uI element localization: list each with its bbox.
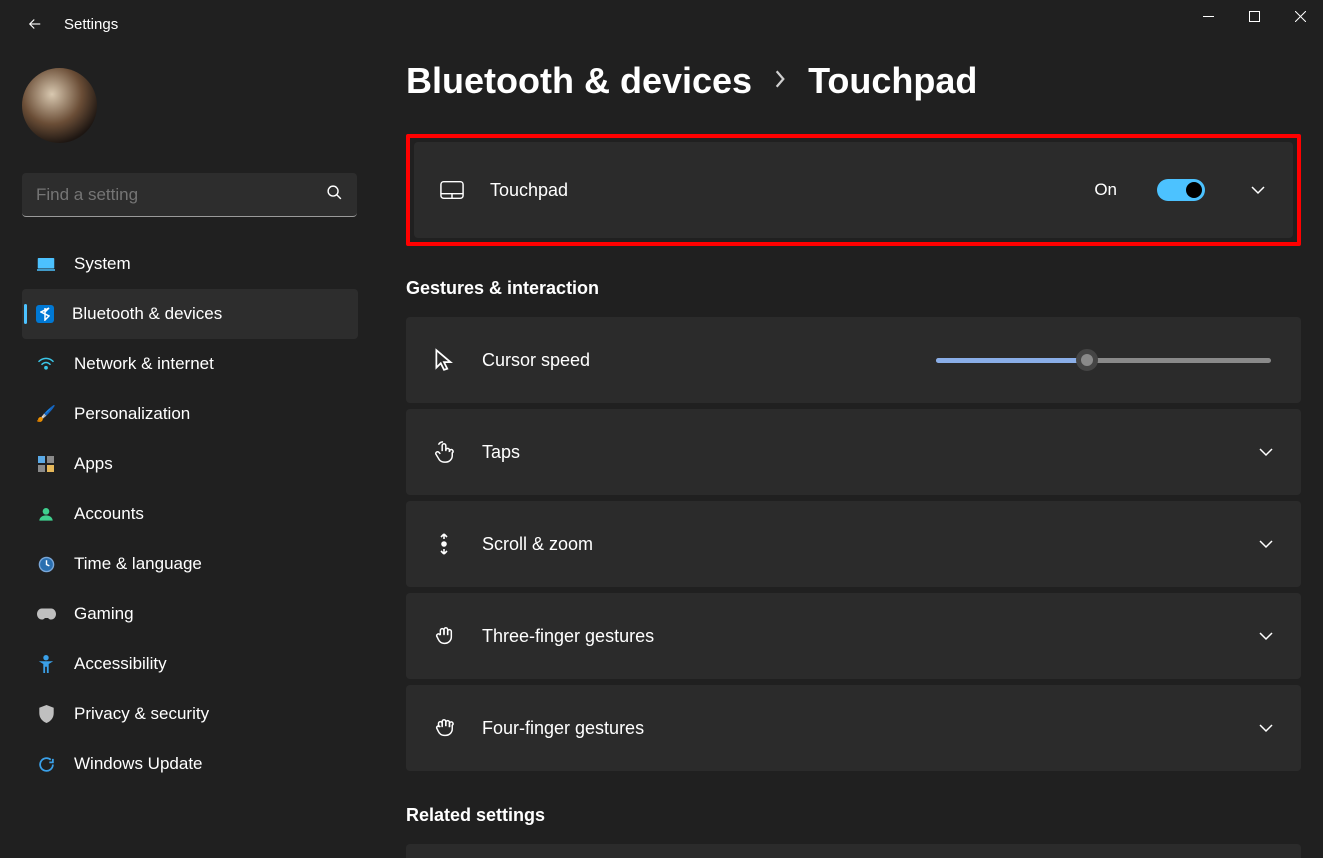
main-content: Bluetooth & devices Touchpad Touchpad On…: [406, 60, 1301, 858]
cursor-icon: [432, 348, 456, 372]
app-title: Settings: [64, 16, 118, 33]
gamepad-icon: [36, 604, 56, 624]
nav-item-privacy-security[interactable]: Privacy & security: [22, 689, 358, 739]
chevron-down-icon[interactable]: [1257, 631, 1275, 641]
touchpad-label: Touchpad: [490, 180, 568, 201]
touchpad-toggle-card[interactable]: Touchpad On: [414, 142, 1293, 238]
nav-item-label: Windows Update: [74, 754, 203, 774]
four-finger-label: Four-finger gestures: [482, 718, 644, 739]
scroll-icon: [432, 532, 456, 556]
highlight-annotation: Touchpad On: [406, 134, 1301, 246]
nav-item-label: Network & internet: [74, 354, 214, 374]
shield-icon: [36, 704, 56, 724]
nav-item-accounts[interactable]: Accounts: [22, 489, 358, 539]
hand-four-icon: [432, 716, 456, 740]
cursor-speed-label: Cursor speed: [482, 350, 590, 371]
nav-item-label: Privacy & security: [74, 704, 209, 724]
hand-three-icon: [432, 624, 456, 648]
bluetooth-icon: [36, 305, 54, 323]
nav-item-label: System: [74, 254, 131, 274]
more-touchpad-settings-card[interactable]: More touchpad settings: [406, 844, 1301, 858]
maximize-icon: [1249, 11, 1260, 22]
related-section: Related settings More touchpad settings: [406, 805, 1301, 858]
gestures-section: Gestures & interaction Cursor speed Taps: [406, 278, 1301, 771]
maximize-button[interactable]: [1231, 0, 1277, 32]
nav-item-label: Accessibility: [74, 654, 167, 674]
user-avatar[interactable]: [22, 68, 97, 143]
scroll-zoom-label: Scroll & zoom: [482, 534, 593, 555]
clock-globe-icon: [36, 554, 56, 574]
back-button[interactable]: [20, 9, 50, 39]
nav-list: System Bluetooth & devices Network & int…: [22, 239, 358, 789]
nav-item-label: Gaming: [74, 604, 134, 624]
update-icon: [36, 754, 56, 774]
accessibility-icon: [36, 654, 56, 674]
touchpad-toggle[interactable]: [1157, 179, 1205, 201]
tap-icon: [432, 440, 456, 464]
chevron-down-icon[interactable]: [1249, 185, 1267, 195]
nav-item-windows-update[interactable]: Windows Update: [22, 739, 358, 789]
nav-item-network-internet[interactable]: Network & internet: [22, 339, 358, 389]
chevron-down-icon[interactable]: [1257, 539, 1275, 549]
minimize-icon: [1203, 11, 1214, 22]
nav-item-label: Bluetooth & devices: [72, 304, 222, 324]
related-heading: Related settings: [406, 805, 1301, 826]
gestures-heading: Gestures & interaction: [406, 278, 1301, 299]
nav-item-accessibility[interactable]: Accessibility: [22, 639, 358, 689]
window-controls: [1185, 0, 1323, 32]
touchpad-icon: [440, 178, 464, 202]
taps-label: Taps: [482, 442, 520, 463]
three-finger-label: Three-finger gestures: [482, 626, 654, 647]
cursor-speed-slider[interactable]: [936, 358, 1271, 363]
brush-icon: 🖌️: [36, 404, 56, 424]
chevron-right-icon: [774, 69, 786, 94]
nav-item-gaming[interactable]: Gaming: [22, 589, 358, 639]
chevron-down-icon[interactable]: [1257, 447, 1275, 457]
scroll-zoom-card[interactable]: Scroll & zoom: [406, 501, 1301, 587]
apps-icon: [36, 454, 56, 474]
four-finger-card[interactable]: Four-finger gestures: [406, 685, 1301, 771]
person-icon: [36, 504, 56, 524]
title-bar: Settings: [0, 0, 1323, 48]
nav-item-bluetooth-devices[interactable]: Bluetooth & devices: [22, 289, 358, 339]
toggle-state-label: On: [1094, 180, 1117, 200]
minimize-button[interactable]: [1185, 0, 1231, 32]
nav-item-personalization[interactable]: 🖌️ Personalization: [22, 389, 358, 439]
search-icon: [326, 184, 343, 206]
nav-item-system[interactable]: System: [22, 239, 358, 289]
cursor-speed-card[interactable]: Cursor speed: [406, 317, 1301, 403]
search-input[interactable]: [36, 185, 326, 205]
nav-item-label: Accounts: [74, 504, 144, 524]
nav-item-apps[interactable]: Apps: [22, 439, 358, 489]
wifi-icon: [36, 354, 56, 374]
breadcrumb: Bluetooth & devices Touchpad: [406, 60, 1301, 102]
system-icon: [36, 254, 56, 274]
search-box[interactable]: [22, 173, 357, 217]
nav-item-label: Apps: [74, 454, 113, 474]
nav-item-label: Personalization: [74, 404, 190, 424]
close-icon: [1295, 11, 1306, 22]
sidebar: System Bluetooth & devices Network & int…: [0, 48, 370, 789]
close-button[interactable]: [1277, 0, 1323, 32]
nav-item-time-language[interactable]: Time & language: [22, 539, 358, 589]
three-finger-card[interactable]: Three-finger gestures: [406, 593, 1301, 679]
nav-item-label: Time & language: [74, 554, 202, 574]
taps-card[interactable]: Taps: [406, 409, 1301, 495]
arrow-left-icon: [26, 15, 44, 33]
breadcrumb-current: Touchpad: [808, 60, 977, 102]
chevron-down-icon[interactable]: [1257, 723, 1275, 733]
breadcrumb-parent[interactable]: Bluetooth & devices: [406, 60, 752, 102]
